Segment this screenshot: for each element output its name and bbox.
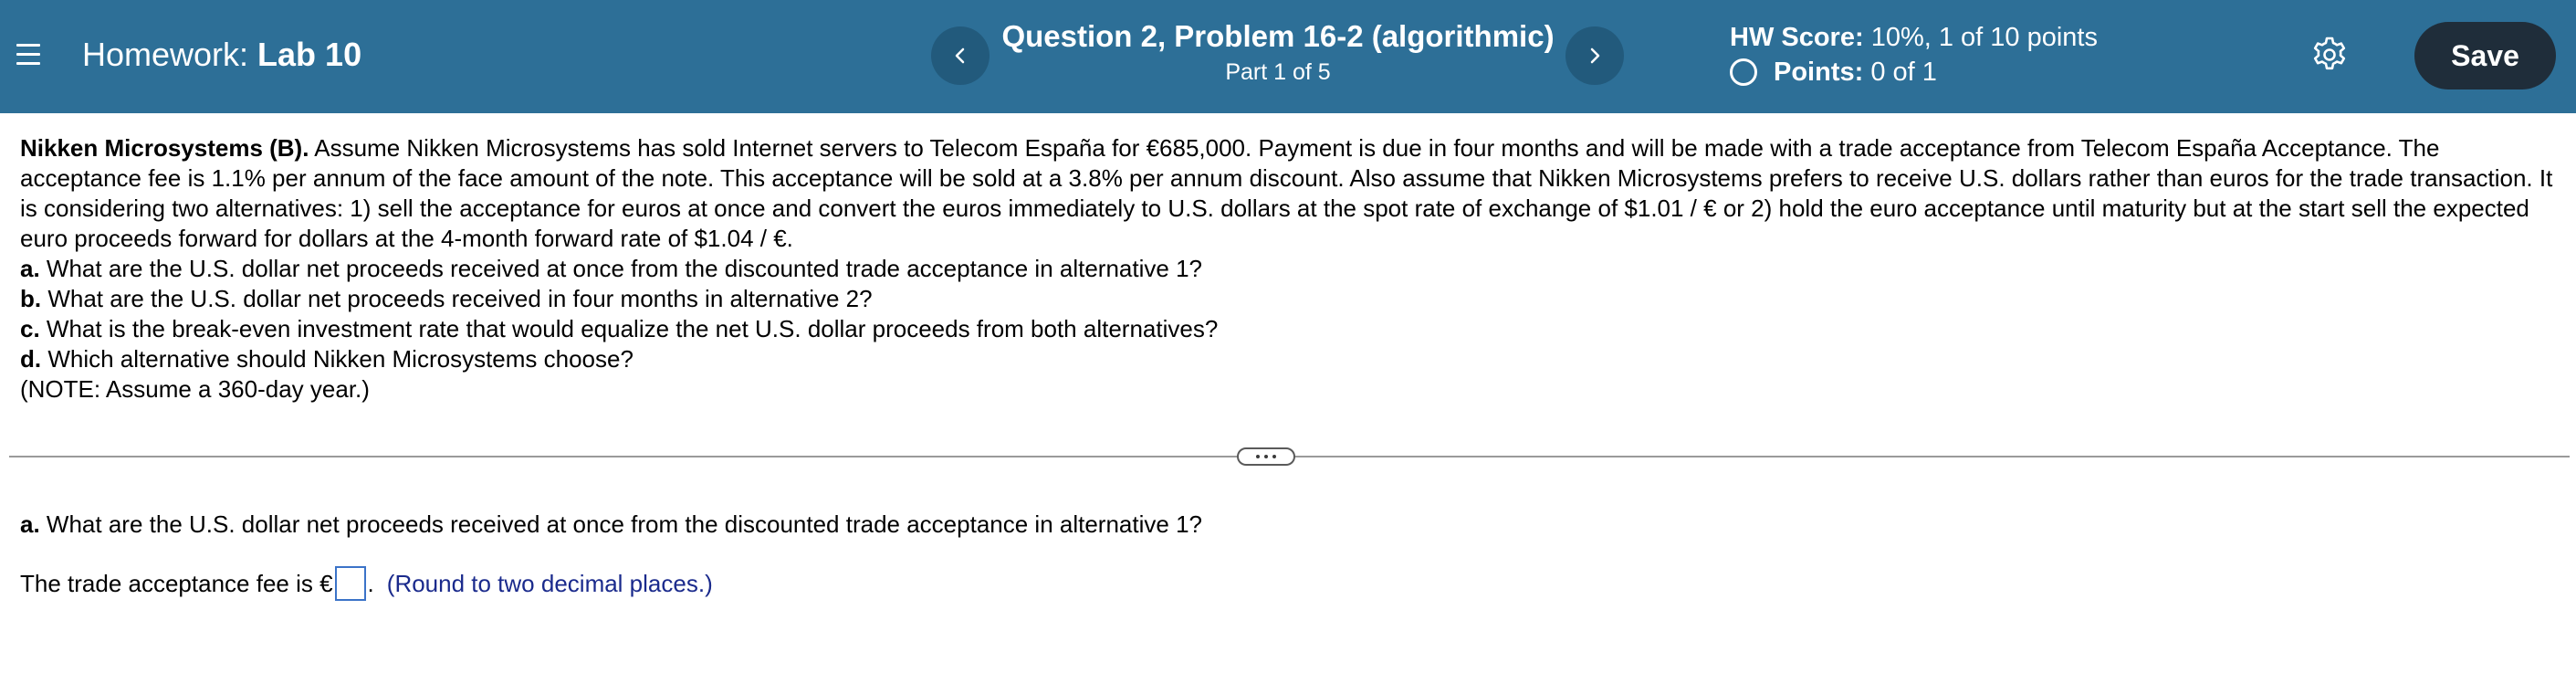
part-question-text: What are the U.S. dollar net proceeds re…: [46, 510, 1202, 538]
save-button[interactable]: Save: [2414, 22, 2556, 89]
question-item-c: c. What is the break-even investment rat…: [20, 315, 1219, 342]
hw-score-label: HW Score:: [1730, 23, 1864, 52]
question-title: Question 2, Problem 16-2 (algorithmic): [1001, 19, 1555, 53]
points-status-icon: [1730, 58, 1757, 86]
homework-title: Homework: Lab 10: [82, 35, 361, 75]
answer-input-field[interactable]: [334, 566, 366, 601]
gear-icon[interactable]: [2309, 35, 2350, 75]
question-part-indicator: Part 1 of 5: [1225, 59, 1331, 85]
hw-score: HW Score: 10%, 1 of 10 points: [1730, 22, 2098, 53]
question-item-a: a. What are the U.S. dollar net proceeds…: [20, 255, 1202, 282]
question-item-b: b. What are the U.S. dollar net proceeds…: [20, 285, 873, 312]
problem-body: Assume Nikken Microsystems has sold Inte…: [20, 134, 2553, 252]
question-item-d: d. Which alternative should Nikken Micro…: [20, 345, 634, 373]
top-bar: Homework: Lab 10 Question 2, Problem 16-2…: [0, 0, 2576, 113]
answer-prefix: The trade acceptance fee is €: [20, 570, 333, 597]
homework-name: Lab 10: [257, 36, 362, 73]
part-letter: a.: [20, 510, 40, 538]
hamburger-menu-icon[interactable]: [16, 40, 44, 69]
points-value: 0 of 1: [1870, 58, 1937, 87]
answer-row: The trade acceptance fee is €. (Round to …: [20, 566, 713, 601]
points-label: Points:: [1774, 58, 1864, 87]
part-question: a. What are the U.S. dollar net proceeds…: [20, 510, 1202, 540]
problem-lead: Nikken Microsystems (B).: [20, 134, 309, 162]
problem-note: (NOTE: Assume a 360-day year.): [20, 375, 370, 403]
ellipsis-dot: [1256, 455, 1260, 458]
points-display: Points: 0 of 1: [1730, 57, 1937, 88]
rounding-hint: (Round to two decimal places.): [386, 570, 713, 597]
ellipsis-dot: [1264, 455, 1268, 458]
next-question-button[interactable]: [1565, 26, 1624, 85]
ellipsis-dot: [1272, 455, 1276, 458]
problem-statement: Nikken Microsystems (B). Assume Nikken M…: [20, 133, 2562, 405]
homework-label: Homework:: [82, 36, 249, 73]
chevron-right-icon: [1590, 47, 1600, 64]
expand-collapse-handle[interactable]: [1237, 447, 1295, 466]
chevron-left-icon: [955, 47, 965, 64]
previous-question-button[interactable]: [931, 26, 990, 85]
answer-suffix: .: [367, 570, 374, 597]
hw-score-value: 10%, 1 of 10 points: [1870, 23, 2098, 52]
problem-intro: Nikken Microsystems (B). Assume Nikken M…: [20, 133, 2562, 254]
